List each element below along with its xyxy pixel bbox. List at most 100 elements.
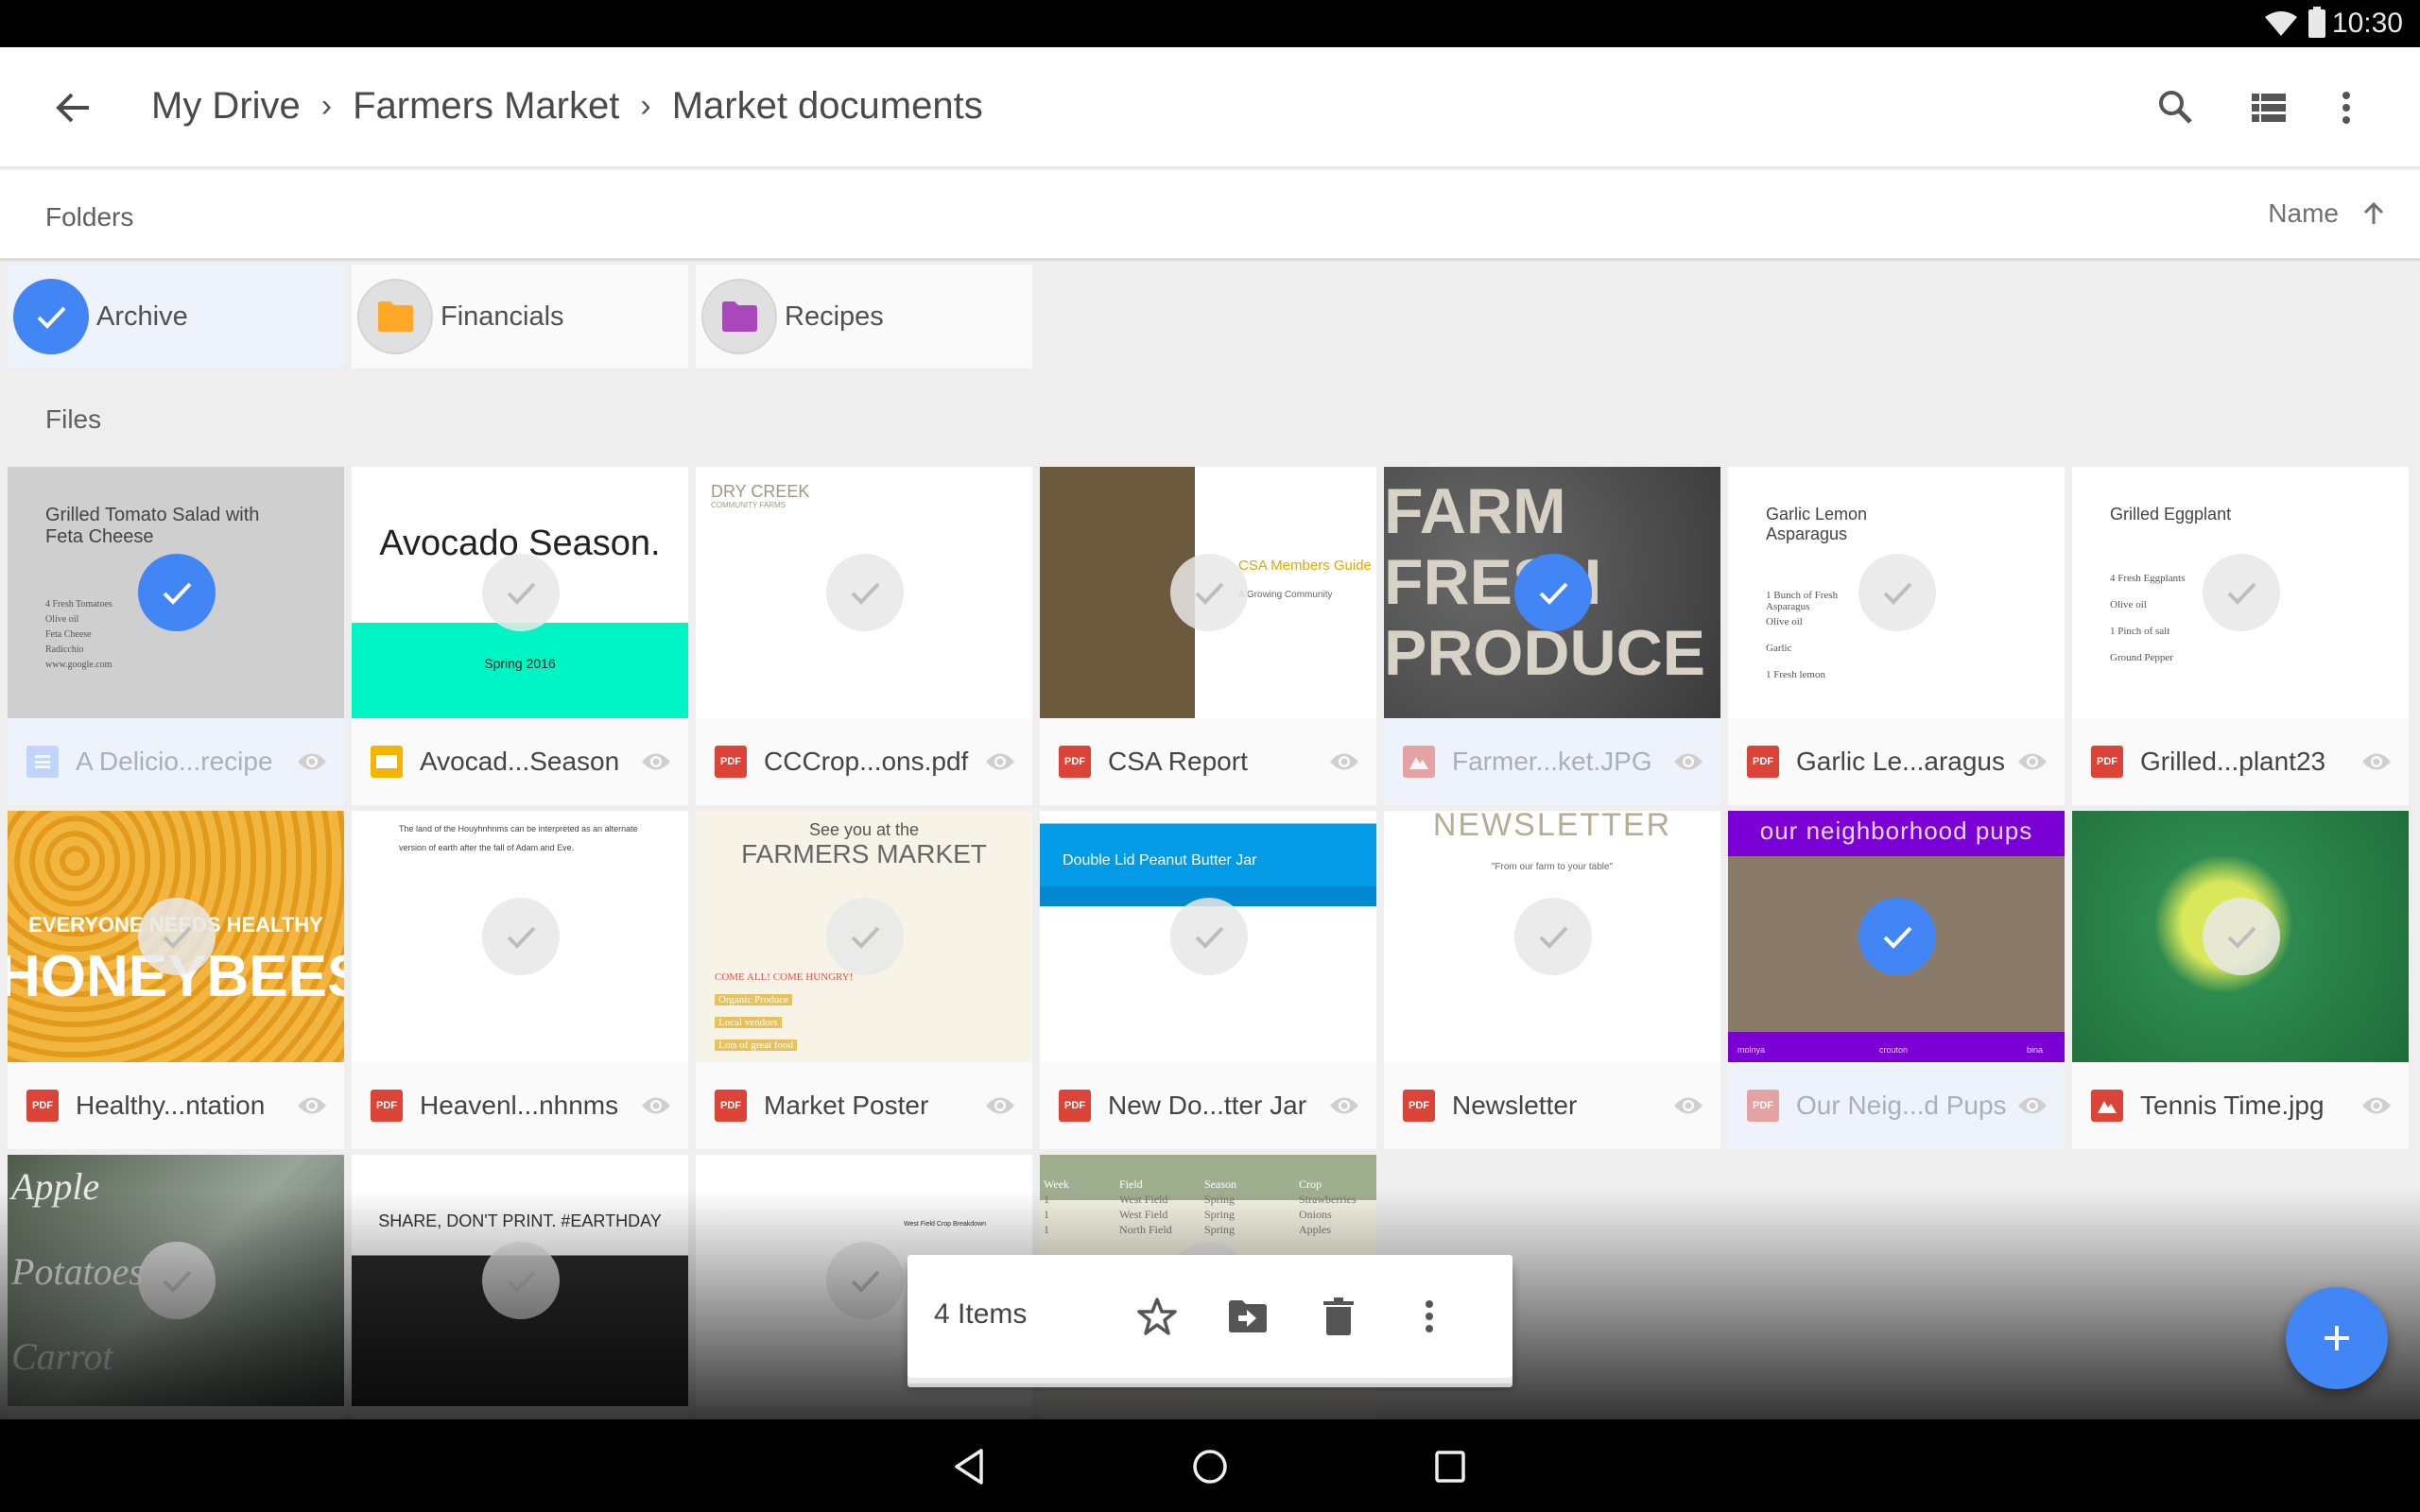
- nav-back-button[interactable]: [942, 1440, 998, 1493]
- star-button[interactable]: [1127, 1286, 1187, 1347]
- preview-button[interactable]: [2014, 743, 2051, 781]
- table-cell: West Field: [1119, 1193, 1168, 1206]
- file-card[interactable]: Grilled Eggplant 4 Fresh Eggplants Olive o…: [2072, 467, 2409, 805]
- file-card[interactable]: EVERYONE NEEDS HEALTHYHONEYBEESPDFHealth…: [8, 811, 344, 1149]
- select-toggle[interactable]: [482, 554, 560, 631]
- preview-button[interactable]: [637, 743, 675, 781]
- select-toggle[interactable]: [482, 1242, 560, 1319]
- pdf-file-icon: PDF: [371, 1090, 403, 1122]
- pdf-file-icon: PDF: [715, 1090, 747, 1122]
- move-button[interactable]: [1218, 1286, 1278, 1347]
- folder-avatar[interactable]: [357, 279, 433, 354]
- breadcrumb-farmers-market[interactable]: Farmers Market: [353, 85, 619, 128]
- breadcrumb-my-drive[interactable]: My Drive: [151, 85, 301, 128]
- preview-button[interactable]: [1669, 1087, 1707, 1125]
- thumbnail-line: Radicchio: [45, 644, 84, 655]
- select-toggle[interactable]: [826, 1242, 904, 1319]
- folder-archive[interactable]: Archive: [8, 265, 344, 369]
- preview-button[interactable]: [637, 1087, 675, 1125]
- check-icon: [507, 582, 536, 605]
- arrow-up-icon: [2363, 201, 2384, 224]
- file-card[interactable]: Garlic Lemon Asparagus 1 Bunch of Fresh A…: [1728, 467, 2065, 805]
- more-vert-icon: [1426, 1300, 1433, 1332]
- preview-button[interactable]: [1325, 743, 1363, 781]
- file-name: Heavenl...nhnms: [420, 1091, 619, 1120]
- back-triangle-icon: [955, 1449, 983, 1485]
- move-to-folder-icon: [1229, 1300, 1267, 1332]
- preview-button[interactable]: [2014, 1087, 2051, 1125]
- file-card[interactable]: Double Lid Peanut Butter Jar PDF New Do...…: [1040, 811, 1376, 1149]
- file-card[interactable]: Tennis Time.jpg: [2072, 811, 2409, 1149]
- preview-button[interactable]: [2358, 1087, 2395, 1125]
- check-icon: [1883, 582, 1912, 605]
- check-icon: [37, 306, 66, 329]
- preview-button[interactable]: [1669, 743, 1707, 781]
- pdf-file-icon: PDF: [1403, 1090, 1435, 1122]
- select-toggle[interactable]: [482, 898, 560, 975]
- preview-button[interactable]: [981, 1087, 1019, 1125]
- app-bar: My Drive › Farmers Market › Market docum…: [0, 47, 2420, 168]
- search-button[interactable]: [2148, 79, 2204, 136]
- table-cell: Field: [1119, 1177, 1143, 1191]
- select-toggle[interactable]: [1514, 898, 1592, 975]
- breadcrumb-market-documents[interactable]: Market documents: [672, 85, 983, 128]
- folder-financials[interactable]: Financials: [352, 265, 688, 369]
- thumbnail-line: Potatoes: [11, 1250, 144, 1293]
- preview-button[interactable]: [293, 1087, 331, 1125]
- nav-recents-button[interactable]: [1422, 1440, 1478, 1493]
- select-toggle[interactable]: [138, 1242, 216, 1319]
- preview-button[interactable]: [2358, 743, 2395, 781]
- folder-avatar[interactable]: [701, 279, 777, 354]
- more-actions-button[interactable]: [1399, 1286, 1460, 1347]
- list-view-button[interactable]: [2240, 79, 2297, 136]
- select-toggle[interactable]: [1514, 554, 1592, 631]
- back-button[interactable]: [47, 83, 100, 132]
- folder-icon: [378, 301, 413, 332]
- file-card[interactable]: FARM FRESH PRODUCE Farmer...ket.JPG: [1384, 467, 1720, 805]
- file-card[interactable]: The land of the Houyhnhnms can be interp…: [352, 811, 688, 1149]
- file-card-footer: Farmer...ket.JPG: [1384, 718, 1720, 805]
- file-card[interactable]: our neighborhood pups molnya crouton bina PD…: [1728, 811, 2065, 1149]
- preview-button[interactable]: [293, 743, 331, 781]
- select-toggle[interactable]: [1858, 898, 1936, 975]
- delete-button[interactable]: [1308, 1286, 1369, 1347]
- file-card[interactable]: Avocado Season. Spring 2016 Avocad...Seaso…: [352, 467, 688, 805]
- file-card[interactable]: Grilled Tomato Salad with Feta Cheese 4 F…: [8, 467, 344, 805]
- file-card[interactable]: DRY CREEK COMMUNITY FARMS PDF CCCrop...ons.…: [696, 467, 1032, 805]
- table-cell: 1: [1044, 1193, 1049, 1206]
- overflow-menu-button[interactable]: [2318, 79, 2375, 136]
- thumbnail-line: 4 Fresh Tomatoes: [45, 599, 112, 610]
- select-toggle[interactable]: [138, 898, 216, 975]
- select-toggle[interactable]: [138, 554, 216, 631]
- new-item-fab[interactable]: [2286, 1287, 2388, 1389]
- select-toggle[interactable]: [2203, 554, 2280, 631]
- folder-recipes[interactable]: Recipes: [696, 265, 1032, 369]
- preview-button[interactable]: [1325, 1087, 1363, 1125]
- folder-name: Financials: [441, 301, 564, 332]
- thumbnail-subtitle: Spring 2016: [484, 656, 556, 671]
- nav-home-button[interactable]: [1182, 1440, 1238, 1493]
- eye-icon: [2018, 753, 2047, 770]
- select-toggle[interactable]: [2203, 898, 2280, 975]
- slides-file-icon: [371, 746, 403, 778]
- folder-selected-check[interactable]: [13, 279, 89, 354]
- pdf-file-icon: PDF: [2091, 746, 2123, 778]
- folder-name: Archive: [96, 301, 188, 332]
- file-card-footer: PDF Healthy...ntation: [8, 1062, 344, 1149]
- file-name: CSA Report: [1108, 747, 1248, 776]
- select-toggle[interactable]: [1858, 554, 1936, 631]
- thumbnail-subtitle: A Growing Community: [1238, 590, 1333, 600]
- file-card[interactable]: CSA Members Guide A Growing Community PDF C…: [1040, 467, 1376, 805]
- more-vert-icon: [2342, 92, 2350, 124]
- table-cell: Spring: [1204, 1208, 1236, 1221]
- select-toggle[interactable]: [1170, 554, 1248, 631]
- select-toggle[interactable]: [1170, 898, 1248, 975]
- sort-by-name-button[interactable]: Name: [2268, 198, 2386, 229]
- check-icon: [1195, 582, 1224, 605]
- select-toggle[interactable]: [826, 554, 904, 631]
- eye-icon: [642, 1097, 670, 1114]
- preview-button[interactable]: [981, 743, 1019, 781]
- select-toggle[interactable]: [826, 898, 904, 975]
- file-card[interactable]: See you at the FARMERS MARKET COME ALL! CO…: [696, 811, 1032, 1149]
- file-card[interactable]: NEWSLETTER "From our farm to your table" P…: [1384, 811, 1720, 1149]
